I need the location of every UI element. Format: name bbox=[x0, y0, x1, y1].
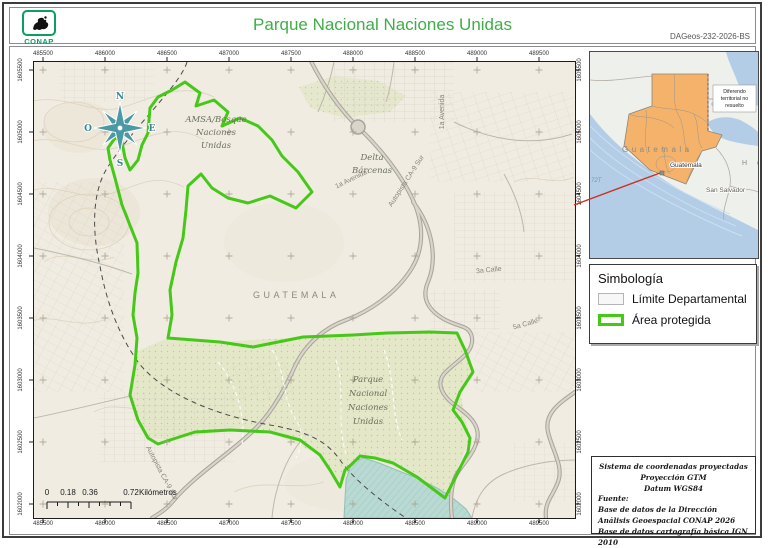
scale-label: 0.36 bbox=[82, 488, 98, 497]
credits-fuente: Fuente: bbox=[598, 494, 749, 505]
scale-unit: Kilómetros bbox=[139, 488, 177, 497]
header: CONAP Parque Nacional Naciones Unidas DA… bbox=[9, 7, 756, 44]
inset-city-label: Guatemala bbox=[670, 162, 702, 169]
coord-label: 1602000 bbox=[577, 492, 583, 515]
note-line: resuelto bbox=[725, 103, 744, 109]
coord-label: 489500 bbox=[529, 51, 549, 57]
coord-label: 1602500 bbox=[577, 430, 583, 453]
coord-label: 486500 bbox=[157, 521, 177, 527]
inset-map: Diferendo territorial no resuelto Guatem… bbox=[589, 51, 759, 259]
scale-label: 0 bbox=[45, 488, 50, 497]
coord-label: 487000 bbox=[219, 51, 239, 57]
credits-source: Base de datos de la Dirección Análisis G… bbox=[598, 505, 749, 527]
inset-map-canvas: Diferendo territorial no resuelto Guatem… bbox=[590, 52, 758, 258]
coord-label: 1603500 bbox=[577, 306, 583, 329]
street-label: 1a Avenida bbox=[439, 95, 446, 130]
inset-note-box: Diferendo territorial no resuelto bbox=[709, 85, 756, 112]
coord-label: 488500 bbox=[405, 521, 425, 527]
inset-utm-label: 72T bbox=[591, 178, 603, 184]
credits-line: Sistema de coordenadas proyectadas bbox=[598, 462, 749, 473]
amsa-label: AMSA/Bosque bbox=[184, 115, 246, 125]
page-title: Parque Nacional Naciones Unidas bbox=[10, 15, 755, 35]
coord-label: 485500 bbox=[33, 521, 53, 527]
note-line: territorial no bbox=[721, 96, 749, 102]
inset-honduras-label: H o bbox=[742, 160, 758, 167]
coord-label: 1604500 bbox=[18, 182, 24, 205]
coord-label: 1602500 bbox=[18, 430, 24, 453]
coord-label: 486500 bbox=[157, 51, 177, 57]
coord-label: 1603000 bbox=[577, 368, 583, 391]
legend-item-label: Área protegida bbox=[632, 313, 711, 327]
legend-item-area: Área protegida bbox=[598, 313, 748, 327]
coord-label: 488000 bbox=[343, 51, 363, 57]
park-label: Naciones bbox=[347, 403, 389, 413]
scale-label: 0.72 bbox=[123, 488, 139, 497]
credits-source: Base de datos cartografía básica IGN 201… bbox=[598, 527, 749, 548]
inset-san-salvador-label: San Salvador bbox=[706, 187, 746, 194]
credits-box: Sistema de coordenadas proyectadas Proye… bbox=[591, 456, 756, 534]
coord-label: 487000 bbox=[219, 521, 239, 527]
coord-label: 487500 bbox=[281, 51, 301, 57]
delta-barcenas-label: Delta bbox=[359, 153, 383, 163]
park-label: Parque bbox=[352, 375, 383, 385]
scale-label: 0.18 bbox=[60, 488, 76, 497]
coord-label: 1605000 bbox=[577, 120, 583, 143]
conap-logo-text: CONAP bbox=[17, 37, 61, 46]
coord-label: 1603000 bbox=[18, 368, 24, 391]
doc-code: DAGeos-232-2026-BS bbox=[670, 32, 750, 41]
departmental-limit-swatch bbox=[598, 293, 624, 305]
main-map-canvas: AMSA/Bosque Naciones Unidas Delta Bárcen… bbox=[34, 62, 575, 518]
protected-area-swatch bbox=[598, 314, 624, 326]
park-label: Nacional bbox=[348, 389, 388, 399]
coord-label: 1602000 bbox=[18, 492, 24, 515]
coord-label: 488500 bbox=[405, 51, 425, 57]
coord-label: 486000 bbox=[95, 51, 115, 57]
legend-item-limite: Límite Departamental bbox=[598, 292, 748, 306]
legend: Simbología Límite Departamental Área pro… bbox=[589, 264, 757, 344]
coord-label: 1604500 bbox=[577, 182, 583, 205]
coord-label: 485500 bbox=[33, 51, 53, 57]
coord-label: 487500 bbox=[281, 521, 301, 527]
coord-label: 489500 bbox=[529, 521, 549, 527]
compass-n: N bbox=[116, 92, 124, 102]
inset-city-marker bbox=[660, 171, 664, 175]
inset-country-label: Guatemala bbox=[622, 145, 693, 154]
coord-label: 1604000 bbox=[18, 244, 24, 267]
credits-line: Proyección GTM bbox=[598, 473, 749, 484]
park-label: Unidas bbox=[353, 417, 384, 427]
coord-label: 1603500 bbox=[18, 306, 24, 329]
compass-w: O bbox=[84, 124, 92, 134]
legend-item-label: Límite Departamental bbox=[632, 292, 747, 306]
amsa-label: Naciones bbox=[195, 128, 237, 138]
credits-line: Datum WGS84 bbox=[598, 484, 749, 495]
coord-label: 486000 bbox=[95, 521, 115, 527]
coord-label: 489000 bbox=[467, 521, 487, 527]
amsa-label: Unidas bbox=[201, 141, 232, 151]
coord-label: 488000 bbox=[343, 521, 363, 527]
main-map: AMSA/Bosque Naciones Unidas Delta Bárcen… bbox=[33, 61, 576, 519]
legend-title: Simbología bbox=[598, 271, 748, 286]
coord-label: 1605500 bbox=[577, 58, 583, 81]
compass-e: E bbox=[149, 124, 156, 134]
coord-label: 1604000 bbox=[577, 244, 583, 267]
coord-label: 1605000 bbox=[18, 120, 24, 143]
note-line: Diferendo bbox=[723, 89, 746, 95]
guatemala-city-label: GUATEMALA bbox=[253, 290, 339, 300]
coord-label: 489000 bbox=[467, 51, 487, 57]
coord-label: 1605500 bbox=[18, 58, 24, 81]
compass-s: S bbox=[117, 159, 124, 169]
